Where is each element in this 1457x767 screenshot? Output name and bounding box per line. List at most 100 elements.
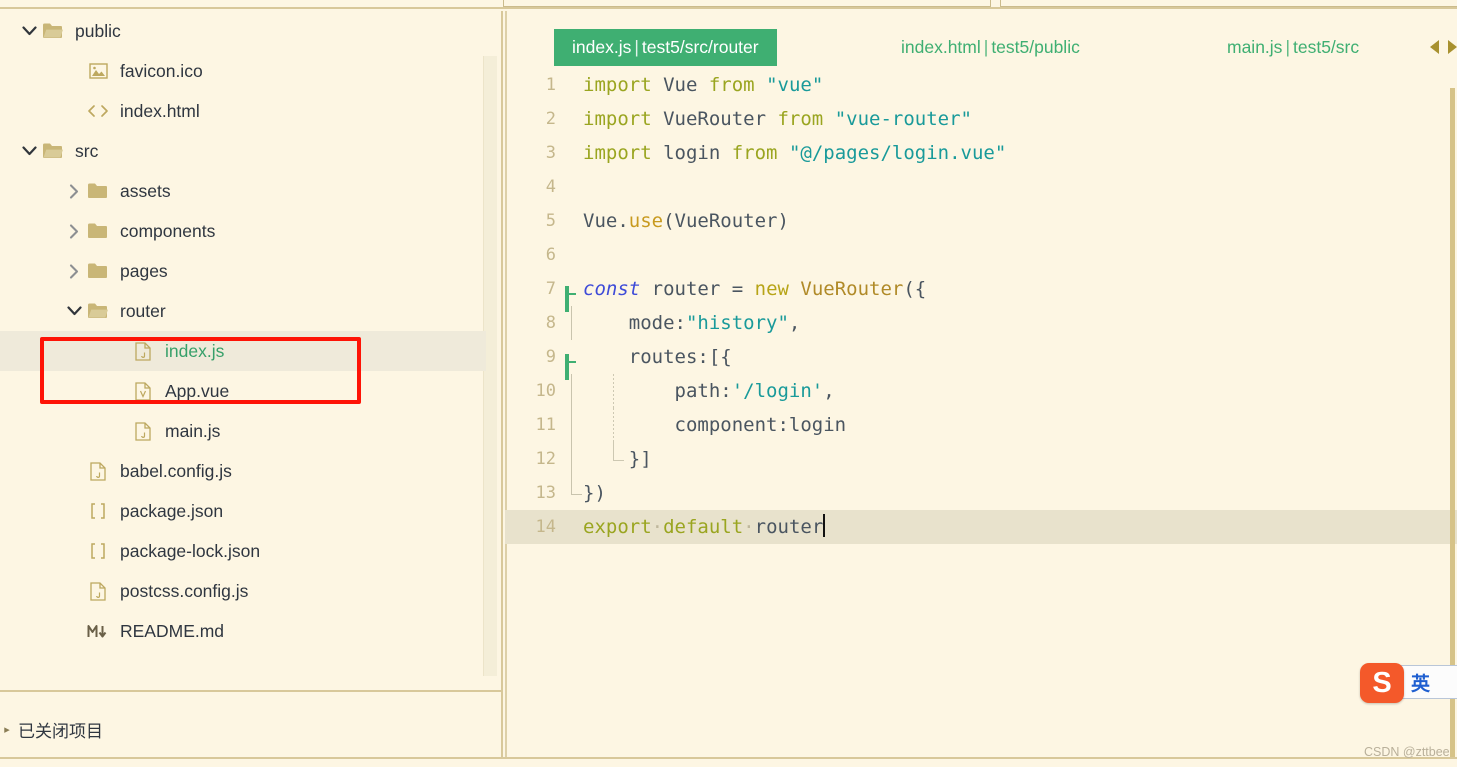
ime-language-label[interactable]: 英 <box>1411 669 1430 696</box>
tree-item-label: App.vue <box>165 381 230 401</box>
editor-tab-bar[interactable]: index.js | test5/src/router index.html |… <box>505 11 1457 68</box>
tree-item-babel-config-js[interactable]: babel.config.js <box>0 451 486 491</box>
tree-item-public[interactable]: public <box>0 11 486 51</box>
line-number: 11 <box>535 415 556 435</box>
tree-item-readme-md[interactable]: README.md <box>0 611 486 651</box>
tree-item-main-js[interactable]: main.js <box>0 411 486 451</box>
tree-item-pages[interactable]: pages <box>0 251 486 291</box>
triangle-right-icon[interactable] <box>1448 40 1457 54</box>
tree-item-label: README.md <box>120 621 225 641</box>
code-line[interactable]: 12 }] <box>505 442 1457 476</box>
vue-file-icon <box>130 381 156 401</box>
editor-tab-index-js[interactable]: index.js | test5/src/router <box>554 29 777 66</box>
sogou-ime-indicator[interactable]: 英 S <box>1360 663 1457 703</box>
line-number: 4 <box>545 177 556 197</box>
code-line[interactable]: 11 component:login <box>505 408 1457 442</box>
tree-item-label: assets <box>120 181 171 201</box>
code-token: "vue" <box>766 74 824 96</box>
folder-open-icon <box>40 21 66 41</box>
tree-item-index-js[interactable]: index.js <box>0 331 486 371</box>
line-number: 14 <box>535 517 556 537</box>
tree-item-index-html[interactable]: index.html <box>0 91 486 131</box>
chevron-down-icon[interactable] <box>63 306 85 316</box>
code-line[interactable]: 7 const router = new VueRouter({ <box>505 272 1457 312</box>
code-text: import login from "@/pages/login.vue" <box>583 136 1006 170</box>
tree-item-assets[interactable]: assets <box>0 171 486 211</box>
code-line[interactable]: 1 import Vue from "vue" <box>505 68 1457 102</box>
code-line[interactable]: 14 export·default·router <box>505 510 1457 544</box>
code-text: import VueRouter from "vue-router" <box>583 102 972 136</box>
fold-collapse-icon[interactable] <box>565 350 580 380</box>
fold-collapse-icon[interactable] <box>565 282 580 312</box>
line-number: 8 <box>545 313 556 333</box>
code-token: (VueRouter) <box>663 210 789 232</box>
code-line[interactable]: 5 Vue.use(VueRouter) <box>505 204 1457 238</box>
code-token: · <box>743 516 755 538</box>
tree-item-src[interactable]: src <box>0 131 486 171</box>
tab-file-name: index.html <box>901 37 981 57</box>
tab-file-path: test5/src/router <box>641 37 759 57</box>
code-token: use <box>628 210 664 232</box>
code-content-area[interactable]: 1 import Vue from "vue" 2 import VueRouter … <box>505 68 1457 757</box>
project-file-tree-panel[interactable]: public favicon.ico index.html src assets comp… <box>0 11 503 690</box>
code-token: · <box>651 516 664 538</box>
sidebar-scrollbar-track[interactable] <box>483 11 499 690</box>
tree-item-postcss-config-js[interactable]: postcss.config.js <box>0 571 486 611</box>
code-token: = <box>731 278 744 300</box>
csdn-watermark: CSDN @zttbee <box>1364 745 1450 759</box>
tree-item-package-json[interactable]: package.json <box>0 491 486 531</box>
indent-guide <box>571 374 572 408</box>
tree-item-components[interactable]: components <box>0 211 486 251</box>
chevron-right-icon[interactable] <box>63 263 85 279</box>
code-line[interactable]: 4 <box>505 170 1457 204</box>
chevron-right-icon[interactable] <box>63 223 85 239</box>
code-line[interactable]: 8 mode:"history", <box>505 306 1457 340</box>
tab-file-path: test5/src <box>1292 37 1360 57</box>
code-token: }] <box>583 448 652 470</box>
triangle-left-icon[interactable] <box>1430 40 1439 54</box>
top-strip-panel-right <box>1000 0 1457 7</box>
tree-item-label: postcss.config.js <box>120 581 249 601</box>
tab-scroll-arrows[interactable] <box>1430 40 1457 54</box>
tree-item-router[interactable]: router <box>0 291 486 331</box>
chevron-down-icon[interactable] <box>18 146 40 156</box>
closed-projects-panel[interactable]: ▸ 已关闭项目 <box>0 690 503 767</box>
editor-vertical-scrollbar[interactable] <box>1450 88 1455 757</box>
chevron-right-icon[interactable] <box>63 183 85 199</box>
line-number: 2 <box>545 109 556 129</box>
code-line[interactable]: 9 routes:[{ <box>505 340 1457 380</box>
code-line[interactable]: 6 <box>505 238 1457 272</box>
code-line[interactable]: 3 import login from "@/pages/login.vue" <box>505 136 1457 170</box>
chevron-down-icon[interactable] <box>18 26 40 36</box>
editor-tab-main-js[interactable]: main.js | test5/src <box>1227 29 1359 66</box>
code-token: "history" <box>685 312 789 334</box>
line-number: 7 <box>545 279 556 299</box>
window-top-strip <box>0 0 1457 9</box>
code-line[interactable]: 10 path:'/login', <box>505 374 1457 408</box>
tree-item-label: public <box>75 21 121 41</box>
line-number: 6 <box>545 245 556 265</box>
tree-item-label: favicon.ico <box>120 61 203 81</box>
code-line[interactable]: 13}) <box>505 476 1457 510</box>
code-editor-panel[interactable]: index.js | test5/src/router index.html |… <box>505 11 1457 757</box>
sogou-logo-icon[interactable]: S <box>1360 663 1404 703</box>
code-line[interactable]: 2 import VueRouter from "vue-router" <box>505 102 1457 136</box>
code-token: default <box>663 516 744 538</box>
chevron-right-icon[interactable]: ▸ <box>0 723 14 736</box>
tree-item-package-lock-json[interactable]: package-lock.json <box>0 531 486 571</box>
file-tree[interactable]: public favicon.ico index.html src assets comp… <box>0 11 486 651</box>
tree-item-favicon-ico[interactable]: favicon.ico <box>0 51 486 91</box>
tab-file-name: main.js <box>1227 37 1283 57</box>
code-token: router <box>754 516 824 538</box>
closed-projects-label: 已关闭项目 <box>18 722 103 742</box>
line-number: 10 <box>535 381 556 401</box>
code-token: routes:[{ <box>583 346 732 368</box>
code-token: Vue. <box>583 210 629 232</box>
tree-item-app-vue[interactable]: App.vue <box>0 371 486 411</box>
markdown-file-icon <box>85 621 111 641</box>
status-bar <box>0 757 1457 767</box>
code-token: '/login' <box>731 380 824 402</box>
editor-tab-index-html[interactable]: index.html | test5/public <box>901 29 1080 66</box>
